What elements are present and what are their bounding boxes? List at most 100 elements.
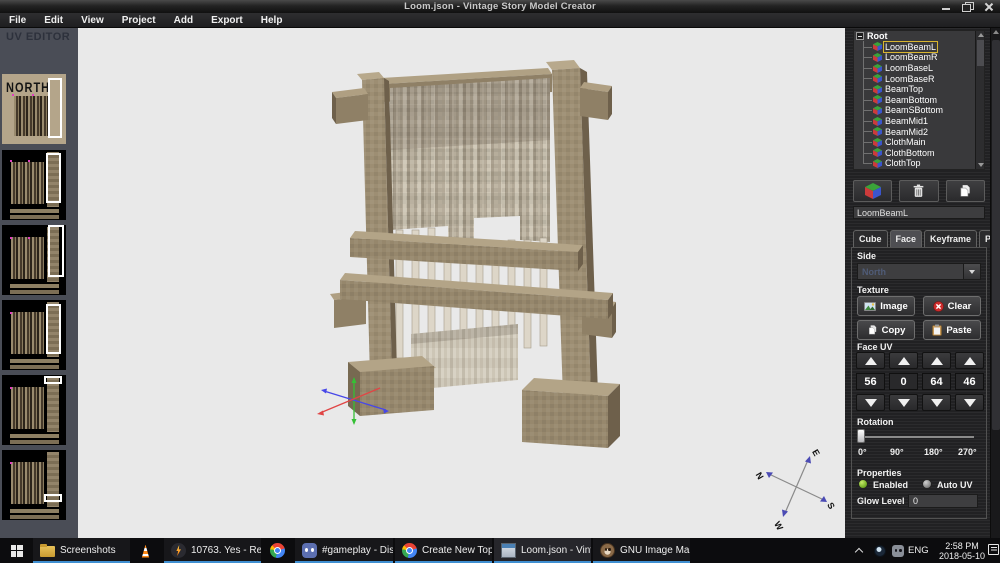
uv-y2-value[interactable]: 46 bbox=[955, 373, 984, 390]
scroll-thumb[interactable] bbox=[977, 40, 984, 66]
tree-item-beammid1[interactable]: BeamMid1 bbox=[854, 116, 984, 127]
uv-point[interactable] bbox=[10, 312, 12, 314]
tree-item-clothtop[interactable]: ClothTop bbox=[854, 158, 984, 169]
taskbar-item-discord[interactable]: #gameplay - Discord bbox=[295, 538, 393, 563]
uv-thumbnail-north[interactable]: NORTH bbox=[2, 74, 66, 144]
menu-export[interactable]: Export bbox=[202, 15, 252, 26]
uv-selection-rect[interactable] bbox=[48, 225, 64, 277]
uv-thumbnail[interactable] bbox=[2, 450, 66, 520]
taskbar-item-vlc[interactable] bbox=[132, 538, 162, 563]
uv-point[interactable] bbox=[10, 387, 12, 389]
uv-x1-value[interactable]: 56 bbox=[856, 373, 885, 390]
tree-item-beamsbottom[interactable]: BeamSBottom bbox=[854, 105, 984, 116]
tab-face[interactable]: Face bbox=[890, 230, 923, 247]
notification-center-icon[interactable] bbox=[988, 544, 999, 555]
taskbar-item-screenshots[interactable]: Screenshots bbox=[33, 538, 130, 563]
close-icon[interactable] bbox=[982, 1, 995, 12]
menu-help[interactable]: Help bbox=[252, 15, 292, 26]
uv-point[interactable] bbox=[28, 160, 30, 162]
uv-point[interactable] bbox=[32, 94, 34, 96]
texture-clear-button[interactable]: Clear bbox=[923, 296, 981, 316]
tree-item-loombeaml[interactable]: LoomBeamL bbox=[854, 42, 984, 53]
menu-file[interactable]: File bbox=[0, 15, 35, 26]
tree-item-clothbottom[interactable]: ClothBottom bbox=[854, 148, 984, 159]
uv-selection-rect[interactable] bbox=[44, 494, 62, 502]
menu-edit[interactable]: Edit bbox=[35, 15, 72, 26]
rotation-slider[interactable] bbox=[856, 428, 982, 445]
side-dropdown[interactable]: North bbox=[857, 263, 981, 280]
uv-point[interactable] bbox=[10, 462, 12, 464]
uv-increment-button[interactable] bbox=[955, 352, 984, 369]
uv-x2-value[interactable]: 64 bbox=[922, 373, 951, 390]
start-button[interactable] bbox=[0, 538, 33, 563]
menu-project[interactable]: Project bbox=[113, 15, 165, 26]
tree-item-beamtop[interactable]: BeamTop bbox=[854, 84, 984, 95]
tray-expand-icon[interactable] bbox=[856, 547, 863, 554]
uv-thumbnail[interactable] bbox=[2, 150, 66, 220]
uv-y1-value[interactable]: 0 bbox=[889, 373, 918, 390]
tab-keyframe[interactable]: Keyframe bbox=[924, 230, 977, 247]
uv-decrement-button[interactable] bbox=[955, 394, 984, 411]
tree-item-beambottom[interactable]: BeamBottom bbox=[854, 95, 984, 106]
restore-icon[interactable] bbox=[961, 1, 974, 12]
tree-item-loombeamr[interactable]: LoomBeamR bbox=[854, 52, 984, 63]
uv-thumbnail[interactable] bbox=[2, 375, 66, 445]
scroll-thumb[interactable] bbox=[992, 40, 1000, 430]
uv-point[interactable] bbox=[10, 160, 12, 162]
duplicate-element-button[interactable] bbox=[946, 180, 985, 202]
delete-element-button[interactable] bbox=[899, 180, 938, 202]
uv-decrement-button[interactable] bbox=[856, 394, 885, 411]
scroll-up-icon[interactable] bbox=[993, 30, 999, 34]
taskbar-item-create-topic[interactable]: Create New Topic -... bbox=[395, 538, 492, 563]
taskbar-item-model-creator[interactable]: Loom.json - Vintag... bbox=[494, 538, 591, 563]
menu-view[interactable]: View bbox=[72, 15, 113, 26]
tree-item-loombaser[interactable]: LoomBaseR bbox=[854, 73, 984, 84]
discord-tray-icon[interactable] bbox=[892, 545, 904, 557]
tree-item-loombasel[interactable]: LoomBaseL bbox=[854, 63, 984, 74]
uv-selection-rect[interactable] bbox=[48, 78, 62, 138]
uv-decrement-button[interactable] bbox=[922, 394, 951, 411]
menu-add[interactable]: Add bbox=[165, 15, 202, 26]
tree-scrollbar[interactable] bbox=[975, 31, 984, 169]
panel-scrollbar[interactable] bbox=[990, 28, 1000, 538]
slider-track[interactable] bbox=[858, 436, 974, 438]
uv-increment-button[interactable] bbox=[922, 352, 951, 369]
scroll-down-icon[interactable] bbox=[978, 163, 984, 167]
uv-point[interactable] bbox=[10, 237, 12, 239]
uv-point[interactable] bbox=[12, 94, 14, 96]
uv-thumbnail[interactable] bbox=[2, 300, 66, 370]
uv-increment-button[interactable] bbox=[889, 352, 918, 369]
steam-tray-icon[interactable] bbox=[874, 545, 886, 557]
loom-model[interactable] bbox=[330, 60, 620, 448]
tab-cube[interactable]: Cube bbox=[853, 230, 888, 247]
chevron-down-icon[interactable] bbox=[963, 264, 980, 279]
compass-widget[interactable]: N E S W bbox=[754, 448, 837, 533]
element-name-field[interactable]: LoomBeamL bbox=[853, 206, 985, 219]
taskbar-item-browser-topic[interactable]: 10763. Yes - Real Lo... bbox=[164, 538, 261, 563]
scroll-up-icon[interactable] bbox=[978, 33, 984, 37]
uv-point[interactable] bbox=[28, 237, 30, 239]
texture-image-button[interactable]: Image bbox=[857, 296, 915, 316]
language-indicator[interactable]: ENG bbox=[908, 545, 929, 556]
add-cube-button[interactable] bbox=[853, 180, 892, 202]
taskbar-item-chrome[interactable] bbox=[263, 538, 293, 563]
viewport-3d[interactable]: N E S W bbox=[78, 28, 845, 538]
uv-thumbnail[interactable] bbox=[2, 225, 66, 295]
taskbar-item-gimp[interactable]: GNU Image Manip... bbox=[593, 538, 690, 563]
slider-thumb[interactable] bbox=[857, 429, 865, 443]
collapse-icon[interactable] bbox=[856, 32, 864, 40]
uv-decrement-button[interactable] bbox=[889, 394, 918, 411]
enabled-indicator-icon[interactable] bbox=[858, 479, 868, 489]
auto-uv-indicator-icon[interactable] bbox=[922, 479, 932, 489]
tree-item-beammid2[interactable]: BeamMid2 bbox=[854, 126, 984, 137]
clock[interactable]: 2:58 PM 2018-05-10 bbox=[936, 541, 988, 561]
uv-selection-rect[interactable] bbox=[46, 304, 61, 354]
glow-level-field[interactable]: 0 bbox=[908, 494, 978, 508]
tree-item-clothmain[interactable]: ClothMain bbox=[854, 137, 984, 148]
texture-paste-button[interactable]: Paste bbox=[923, 320, 981, 340]
texture-copy-button[interactable]: Copy bbox=[857, 320, 915, 340]
uv-selection-rect[interactable] bbox=[46, 153, 61, 203]
uv-selection-rect[interactable] bbox=[44, 376, 62, 384]
uv-increment-button[interactable] bbox=[856, 352, 885, 369]
loom-model-canvas[interactable]: N E S W bbox=[78, 28, 845, 538]
